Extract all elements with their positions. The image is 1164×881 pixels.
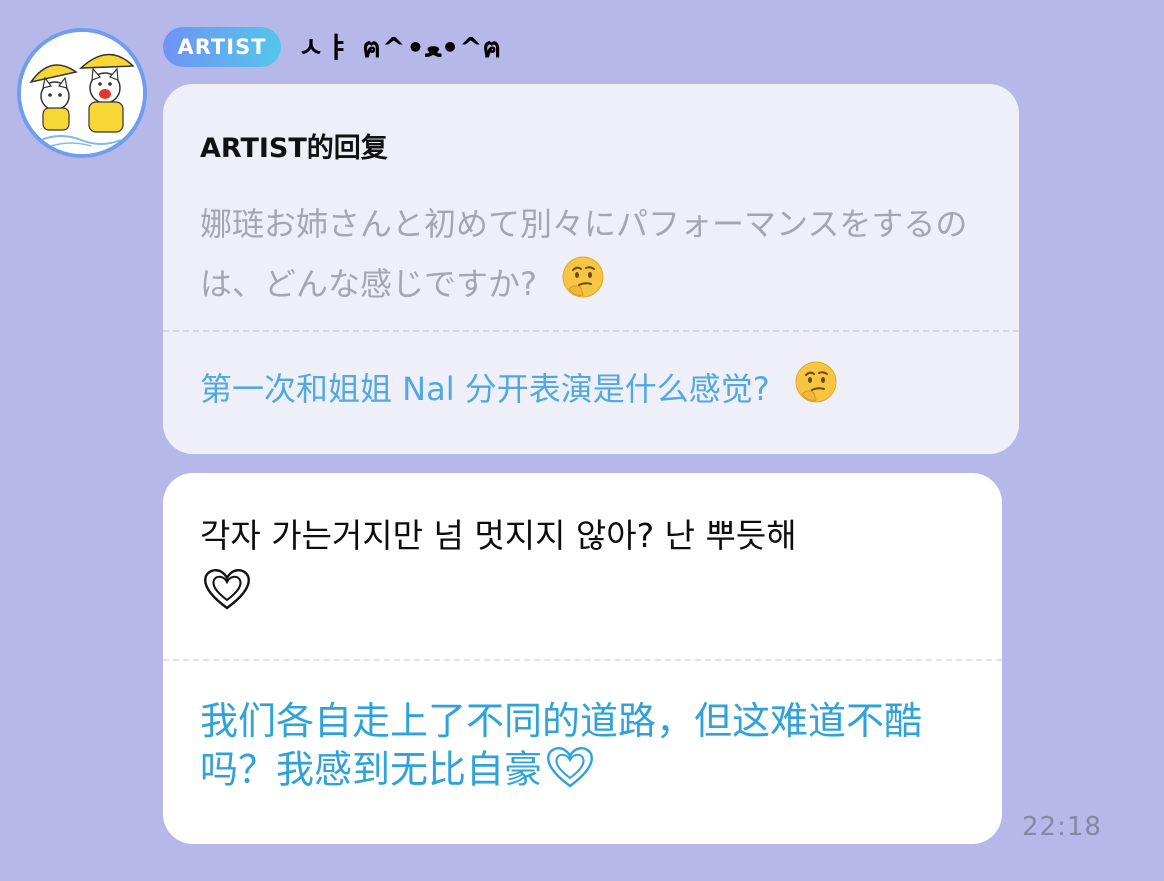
heart-outline-icon — [542, 744, 598, 800]
message-text: 각자 가는거지만 넘 멋지지 않아? 난 뿌듯해 — [200, 516, 797, 555]
thinking-face-icon — [561, 255, 605, 318]
question-translation: 第一次和姐姐 Nal 分开表演是什么感觉? — [200, 359, 990, 423]
reply-divider — [163, 330, 1019, 332]
artist-message-bubble[interactable]: 각자 가는거지만 넘 멋지지 않아? 난 뿌듯해 我们各自走上了不同的道路，但这… — [163, 473, 1002, 844]
artist-badge: ARTIST — [163, 27, 281, 67]
fan-question: 娜琏お姉さんと初めて別々にパフォーマンスをするのは、どんな感じですか? — [200, 194, 990, 318]
heart-outline-icon — [200, 566, 254, 631]
message-body: 각자 가는거지만 넘 멋지지 않아? 난 뿌듯해 — [200, 506, 980, 631]
avatar-illustration — [21, 32, 143, 154]
sender-name[interactable]: ㅅㅑ ฅ^•ﻌ•^ฅ — [298, 28, 502, 68]
message-timestamp: 22:18 — [1022, 812, 1102, 842]
reply-label: ARTIST的回复 — [200, 133, 388, 164]
message-translation: 我们各自走上了不同的道路，但这难道不酷吗？我感到无比自豪 — [200, 698, 980, 800]
question-translation-text: 第一次和姐姐 Nal 分开表演是什么感觉? — [200, 370, 770, 408]
message-divider — [163, 659, 1002, 661]
thinking-face-icon — [794, 360, 838, 423]
artist-avatar[interactable] — [17, 28, 147, 158]
artist-reply-card: ARTIST的回复 娜琏お姉さんと初めて別々にパフォーマンスをするのは、どんな感… — [163, 84, 1019, 454]
